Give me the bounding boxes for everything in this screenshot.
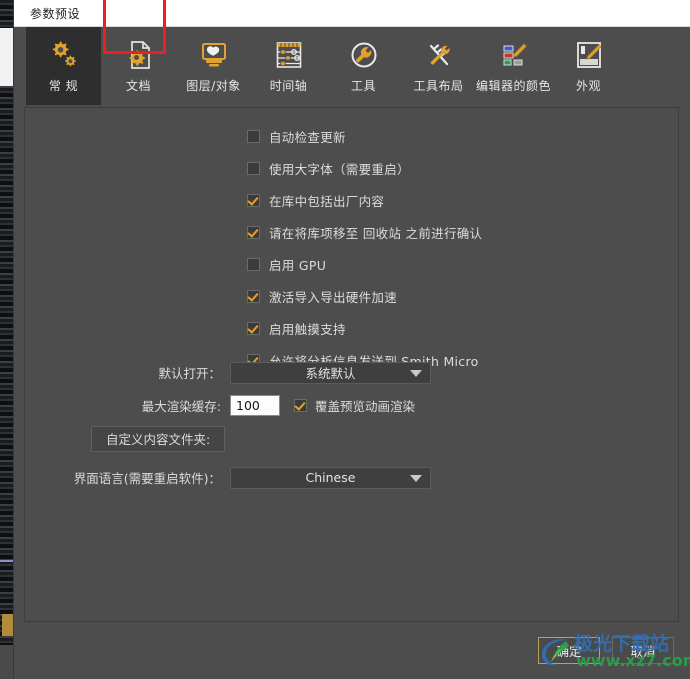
ui-language-dropdown[interactable]: Chinese bbox=[230, 466, 431, 489]
checkbox-label: 激活导入导出硬件加速 bbox=[269, 289, 398, 305]
ok-button[interactable]: 确定 bbox=[538, 637, 600, 664]
tab-label: 时间轴 bbox=[269, 79, 308, 93]
checkbox-label: 请在将库项移至 回收站 之前进行确认 bbox=[269, 225, 483, 241]
dialog-footer: 确定 取消 bbox=[14, 622, 690, 679]
tab-label: 常 规 bbox=[48, 79, 79, 93]
tab-label: 编辑器的颜色 bbox=[476, 79, 552, 93]
custom-content-folder-button[interactable]: 自定义内容文件夹: bbox=[91, 425, 226, 452]
checkbox-box[interactable] bbox=[247, 257, 260, 271]
checkbox-label: 在库中包括出厂内容 bbox=[269, 193, 385, 209]
appearance-icon bbox=[572, 38, 606, 72]
checkbox-list: 自动检查更新 使用大字体（需要重启） 在库中包括出厂内容 请在将库项移至 回收站… bbox=[247, 120, 482, 376]
editor-colors-icon bbox=[497, 38, 531, 72]
gears-icon bbox=[47, 38, 81, 72]
checkbox-box[interactable] bbox=[247, 193, 260, 207]
checkbox-label: 覆盖预览动画渲染 bbox=[315, 399, 416, 414]
title-bar: 参数预设 bbox=[14, 0, 690, 27]
checkbox-row-enable-gpu[interactable]: 启用 GPU bbox=[247, 248, 482, 280]
checkbox-row-include-factory-content[interactable]: 在库中包括出厂内容 bbox=[247, 184, 482, 216]
checkbox-row-confirm-recycle[interactable]: 请在将库项移至 回收站 之前进行确认 bbox=[247, 216, 482, 248]
checkbox-row-auto-update[interactable]: 自动检查更新 bbox=[247, 120, 482, 152]
row-ui-language: 界面语言(需要重启软件)： Chinese bbox=[25, 461, 678, 494]
tab-label: 图层/对象 bbox=[186, 79, 241, 93]
document-gear-icon bbox=[122, 38, 156, 72]
checkbox-row-override-preview[interactable]: 覆盖预览动画渲染 bbox=[294, 396, 415, 415]
tab-label: 工具布局 bbox=[413, 79, 464, 93]
checkbox-box[interactable] bbox=[247, 129, 260, 143]
tab-timeline[interactable]: 时间轴 bbox=[251, 27, 326, 105]
checkbox-row-hardware-accel[interactable]: 激活导入导出硬件加速 bbox=[247, 280, 482, 312]
timeline-icon bbox=[272, 38, 306, 72]
tab-strip: 常 规 文档 图层/对象 时间轴 工具 工具布局 编辑器的颜色 外观 bbox=[14, 0, 690, 105]
default-open-value: 系统默认 bbox=[305, 366, 356, 381]
max-render-cache-label: 最大渲染缓存: bbox=[141, 399, 221, 414]
checkbox-row-touch-support[interactable]: 启用触摸支持 bbox=[247, 312, 482, 344]
checkbox-box[interactable] bbox=[247, 289, 260, 303]
default-open-dropdown[interactable]: 系统默认 bbox=[230, 361, 431, 384]
max-render-cache-input[interactable] bbox=[230, 395, 280, 416]
checkbox-box[interactable] bbox=[247, 225, 260, 239]
checkbox-label: 启用 GPU bbox=[269, 257, 327, 273]
row-default-open: 默认打开： 系统默认 bbox=[25, 356, 678, 389]
chevron-down-icon bbox=[410, 369, 422, 377]
tab-layers-objects[interactable]: 图层/对象 bbox=[176, 27, 251, 105]
tab-editor-colors[interactable]: 编辑器的颜色 bbox=[476, 27, 551, 105]
tab-appearance[interactable]: 外观 bbox=[551, 27, 626, 105]
tab-tools[interactable]: 工具 bbox=[326, 27, 401, 105]
chevron-down-icon bbox=[410, 474, 422, 482]
checkbox-box[interactable] bbox=[247, 321, 260, 335]
tab-label: 文档 bbox=[125, 79, 151, 93]
ui-language-label: 界面语言(需要重启软件)： bbox=[73, 471, 221, 486]
cancel-button[interactable]: 取消 bbox=[612, 637, 674, 664]
tab-general[interactable]: 常 规 bbox=[26, 27, 101, 105]
row-custom-content-folder: 自定义内容文件夹: bbox=[25, 422, 678, 455]
default-open-label: 默认打开： bbox=[158, 366, 221, 381]
tab-tool-layout[interactable]: 工具布局 bbox=[401, 27, 476, 105]
tools-layout-icon bbox=[422, 38, 456, 72]
ui-language-value: Chinese bbox=[305, 470, 356, 485]
checkbox-row-large-font[interactable]: 使用大字体（需要重启） bbox=[247, 152, 482, 184]
tab-document[interactable]: 文档 bbox=[101, 27, 176, 105]
checkbox-box[interactable] bbox=[247, 161, 260, 175]
checkbox-label: 自动检查更新 bbox=[269, 129, 346, 145]
form-area: 默认打开： 系统默认 最大渲染缓存: 覆盖预览动画渲染 自定义内容文件夹: bbox=[25, 356, 678, 494]
row-max-render-cache: 最大渲染缓存: 覆盖预览动画渲染 bbox=[25, 389, 678, 422]
checkbox-label: 使用大字体（需要重启） bbox=[269, 161, 410, 177]
tab-label: 工具 bbox=[350, 79, 376, 93]
checkbox-label: 启用触摸支持 bbox=[269, 321, 346, 337]
checkbox-box[interactable] bbox=[294, 399, 307, 412]
screen: 参数预设 常 规 文档 图层/对象 时间轴 工具 工具布局 编辑器的颜色 外观 … bbox=[0, 0, 690, 679]
general-settings-panel: 自动检查更新 使用大字体（需要重启） 在库中包括出厂内容 请在将库项移至 回收站… bbox=[24, 107, 679, 622]
preferences-dialog: 参数预设 常 规 文档 图层/对象 时间轴 工具 工具布局 编辑器的颜色 外观 … bbox=[14, 0, 690, 679]
window-title: 参数预设 bbox=[30, 6, 81, 21]
layer-object-icon bbox=[197, 38, 231, 72]
wrench-circle-icon bbox=[347, 38, 381, 72]
tab-label: 外观 bbox=[575, 79, 601, 93]
